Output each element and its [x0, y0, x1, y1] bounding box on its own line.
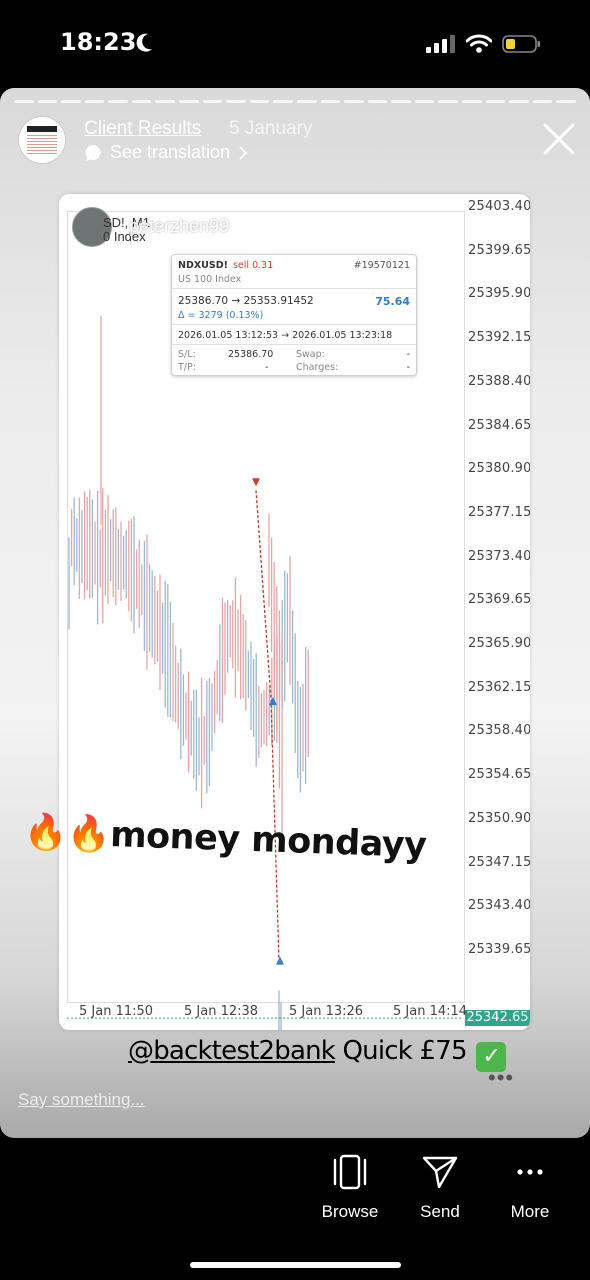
price-tick-label: 25365.90 — [468, 636, 530, 651]
see-translation-button[interactable]: See translation — [84, 142, 248, 163]
price-tick-label: 25395.90 — [468, 286, 530, 302]
chat-bubble-icon — [85, 144, 101, 161]
browse-icon — [333, 1154, 367, 1190]
mention-link[interactable]: @backtest2bank — [128, 1036, 336, 1066]
story-progress — [14, 100, 576, 103]
home-indicator — [190, 1262, 401, 1268]
caption-text: Quick £75 — [335, 1036, 468, 1066]
browse-label: Browse — [321, 1202, 379, 1221]
account-avatar[interactable] — [18, 116, 66, 164]
chevron-right-icon — [239, 145, 248, 160]
trade-line — [255, 490, 280, 962]
sell-entry-arrow — [252, 478, 260, 487]
send-button[interactable]: Send — [414, 1154, 466, 1222]
send-label: Send — [420, 1202, 460, 1221]
price-tick-label: 25380.90 — [468, 461, 530, 477]
popup-swap-label: Swap: — [296, 349, 325, 360]
price-tick-label: 25358.40 — [468, 723, 530, 739]
popup-profit: 75.64 — [375, 295, 410, 308]
send-icon — [422, 1156, 458, 1189]
time-tick-label: 5 Jan 12:38 — [184, 1004, 259, 1019]
popup-charges-label: Charges: — [296, 362, 339, 373]
status-bar: 18:23 — [0, 0, 590, 90]
more-options-icon[interactable]: ••• — [488, 1065, 514, 1091]
price-tick-label: 25347.15 — [468, 854, 530, 870]
price-tick-label: 25343.40 — [468, 898, 530, 914]
moon-icon — [136, 33, 152, 52]
price-tick-label: 25384.65 — [468, 417, 530, 433]
price-tick-label: 25392.15 — [468, 330, 530, 346]
price-tick-label: 25373.40 — [468, 548, 530, 564]
popup-tp-value: - — [265, 362, 269, 373]
chart-username: peterzhen99 — [129, 216, 230, 236]
bottom-action-bar: Browse Send More — [0, 1140, 590, 1280]
wifi-icon — [466, 34, 492, 53]
see-translation-label: See translation — [110, 142, 231, 162]
status-icons — [426, 34, 542, 54]
popup-swap-value: - — [406, 349, 410, 360]
story-caption: @backtest2bank Quick £75 ✓ — [128, 1036, 507, 1072]
price-tick-label: 25377.15 — [468, 504, 530, 520]
popup-sl-value: 25386.70 — [228, 349, 274, 360]
price-tick-label: 25354.65 — [468, 767, 530, 783]
buy-exit-arrow — [276, 956, 284, 965]
popup-times: 2026.01.05 13:12:53 → 2026.01.05 13:23:1… — [178, 330, 393, 341]
close-icon[interactable] — [542, 122, 576, 156]
status-time: 18:23 — [60, 28, 137, 56]
price-tick-label: 25339.65 — [468, 941, 530, 957]
time-tick-label: 5 Jan 11:50 — [79, 1004, 154, 1019]
buy-marker-arrow — [269, 697, 277, 706]
more-label: More — [510, 1202, 550, 1221]
time-tick-label: 5 Jan 14:14 — [393, 1004, 468, 1019]
popup-description: US 100 Index — [178, 274, 242, 285]
popup-tp-label: T/P: — [178, 362, 196, 373]
time-tick-label: 5 Jan 13:26 — [289, 1004, 364, 1019]
account-name[interactable]: Client Results — [84, 118, 201, 140]
browse-button[interactable]: Browse — [320, 1154, 380, 1222]
popup-ticket: #19570121 — [353, 260, 410, 271]
story-view[interactable]: Client Results 5 January See translation… — [0, 88, 590, 1138]
reply-input[interactable]: Say something... — [18, 1090, 145, 1110]
price-tick-label: 25399.65 — [468, 242, 530, 258]
post-date: 5 January — [229, 118, 313, 139]
price-tick-label: 25350.90 — [468, 810, 530, 826]
price-tick-label: 25362.15 — [468, 679, 530, 695]
price-tick-label: 25403.40 — [468, 199, 530, 214]
current-price-label: 25342.65 — [465, 1010, 530, 1027]
popup-side: sell 0.31 — [233, 260, 274, 271]
popup-symbol: NDXUSD! — [178, 260, 228, 271]
popup-charges-value: - — [406, 362, 410, 373]
signal-icon — [426, 35, 455, 53]
price-tick-label: 25369.65 — [468, 592, 530, 608]
chart-screenshot: SD!, M1 0 Index peterzhen99 25403.40 2539… — [59, 194, 530, 1030]
more-button[interactable]: More — [506, 1154, 554, 1222]
popup-delta: Δ = 3279 (0.13%) — [178, 310, 264, 321]
popup-sl-label: S/L: — [178, 349, 196, 360]
battery-icon — [502, 35, 540, 53]
price-tick-label: 25388.40 — [468, 373, 530, 389]
popup-prices: 25386.70 → 25353.91452 — [178, 295, 314, 307]
more-icon — [517, 1169, 543, 1175]
trade-info-popup: NDXUSD! sell 0.31 #19570121 US 100 Index… — [171, 254, 417, 376]
